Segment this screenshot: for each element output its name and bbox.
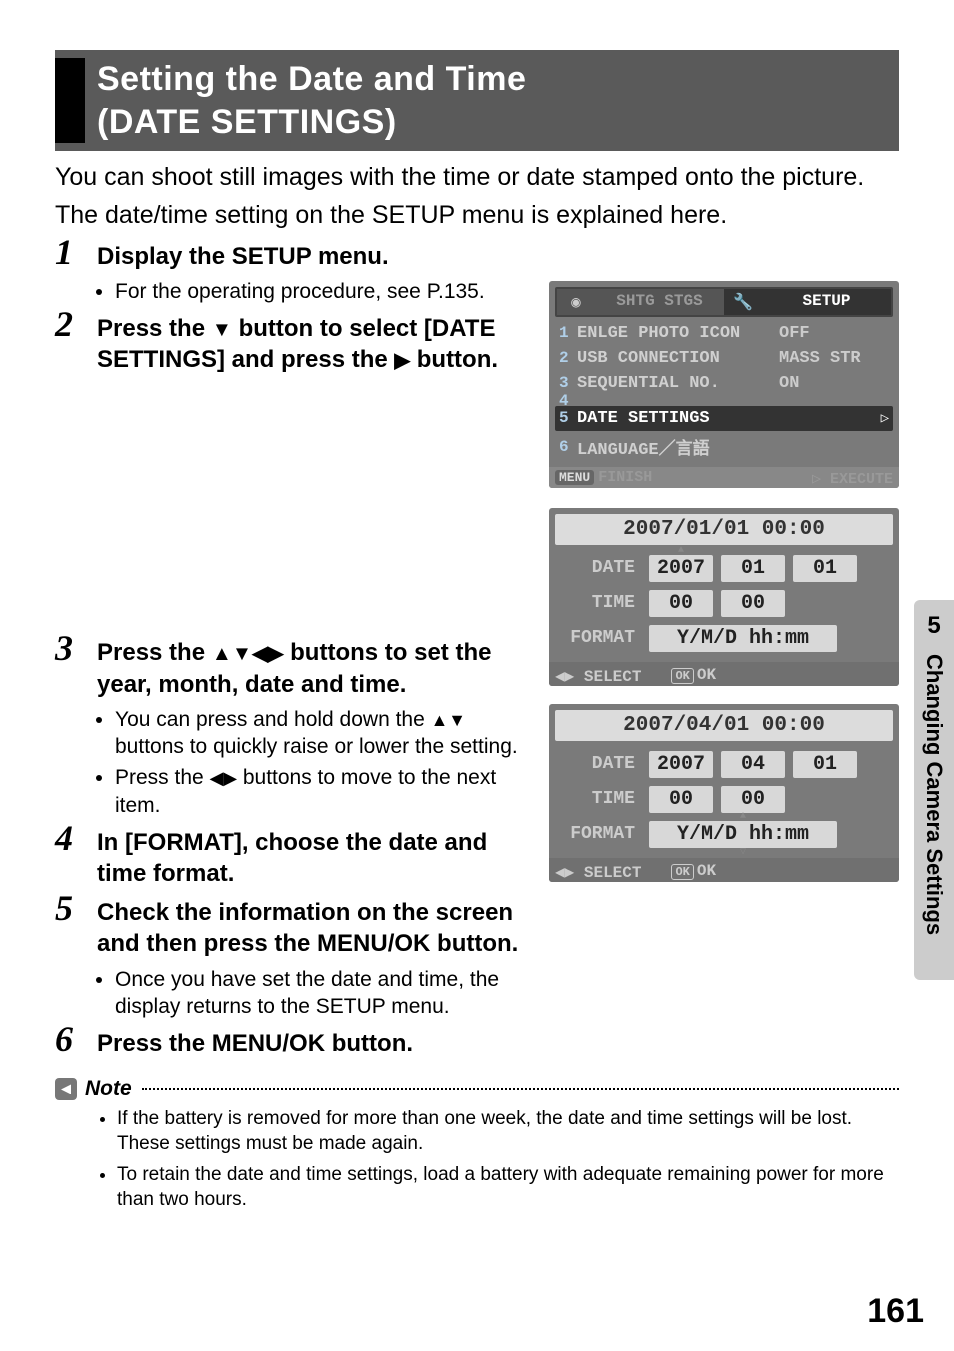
setup-tabs: ◉ SHTG STGS 🔧 SETUP — [555, 287, 893, 317]
step-3-bullet-1: You can press and hold down the ▲▼ butto… — [115, 706, 520, 761]
step-2: 2 Press the ▼ button to select [DATE SET… — [55, 313, 520, 375]
intro-paragraph-2: The date/time setting on the SETUP menu … — [55, 199, 899, 233]
step-2-title: Press the ▼ button to select [DATE SETTI… — [97, 313, 520, 375]
chapter-side-tab: 5 Changing Camera Settings — [914, 600, 954, 980]
ok-badge-icon: OK — [671, 668, 693, 684]
setup-tab: SETUP — [762, 289, 891, 315]
step-3-title: Press the ▲▼◀▶ buttons to set the year, … — [97, 637, 520, 699]
date-setting-screenshot-2: 2007/04/01 00:00 DATE 2007 04 01 TIME 00… — [549, 704, 899, 882]
date-row-2: DATE 2007 04 01 — [555, 747, 893, 782]
date-header-2: 2007/04/01 00:00 — [555, 710, 893, 741]
step-1-title: Display the SETUP menu. — [97, 241, 520, 272]
setup-menu-list: 1ENLGE PHOTO ICONOFF 2USB CONNECTIONMASS… — [555, 321, 893, 463]
year-cell-a: ▲2007 — [649, 555, 713, 582]
format-cell-b: Y/M/D hh:mm▲▽ — [649, 821, 837, 848]
date-header-1: 2007/01/01 00:00 — [555, 514, 893, 545]
ok-badge-icon-2: OK — [671, 864, 693, 880]
note-divider — [142, 1088, 899, 1090]
step-number-5: 5 — [55, 887, 73, 929]
title-line-2: (DATE SETTINGS) — [97, 103, 397, 141]
time-row-1: TIME 00 00 — [555, 586, 893, 621]
step-number-1: 1 — [55, 231, 73, 273]
format-row-1: FORMAT Y/M/D hh:mm — [555, 621, 893, 656]
chevron-right-icon: ▷ — [881, 410, 889, 427]
chapter-number: 5 — [927, 612, 940, 640]
menu-item-language: 6LANGUAGE／言語 — [555, 431, 893, 463]
down-triangle-icon: ▼ — [212, 319, 232, 341]
note-bullets: If the battery is removed for more than … — [99, 1107, 899, 1212]
page-number: 161 — [867, 1292, 924, 1331]
menu-item-enlge-photo-icon: 1ENLGE PHOTO ICONOFF — [555, 321, 893, 346]
step-4-title: In [FORMAT], choose the date and time fo… — [97, 827, 520, 889]
shtg-stgs-tab: SHTG STGS — [595, 289, 724, 315]
section-title-bar: Setting the Date and Time (DATE SETTINGS… — [55, 50, 899, 151]
left-right-triangles-icon: ◀▶ — [210, 768, 237, 788]
step-4: 4 In [FORMAT], choose the date and time … — [55, 827, 520, 889]
intro-paragraph-1: You can shoot still images with the time… — [55, 161, 899, 195]
note-header: Note — [55, 1077, 899, 1101]
menu-badge: MENU — [555, 470, 594, 485]
footer-select-2: ◀▶ SELECT — [555, 862, 641, 882]
step-6-title: Press the MENU/OK button. — [97, 1028, 899, 1059]
footer-execute: ▷ EXECUTE — [812, 469, 893, 488]
footer-select-1: ◀▶ SELECT — [555, 666, 641, 686]
step-6: 6 Press the MENU/OK button. — [55, 1028, 899, 1059]
menu-item-number-4: 4 — [555, 396, 893, 406]
step-1: 1 Display the SETUP menu. For the operat… — [55, 241, 520, 305]
section-title: Setting the Date and Time (DATE SETTINGS… — [97, 58, 526, 143]
up-down-triangles-icon: ▲▼ — [431, 710, 466, 730]
step-number-2: 2 — [55, 303, 73, 345]
up-down-left-right-triangles-icon: ▲▼◀▶ — [212, 643, 284, 665]
menu-item-date-settings: 5DATE SETTINGS▷ — [555, 406, 893, 431]
menu-item-usb-connection: 2USB CONNECTIONMASS STR — [555, 346, 893, 371]
note-icon — [55, 1078, 77, 1100]
note-bullet-2: To retain the date and time settings, lo… — [117, 1163, 899, 1212]
note-bullet-1: If the battery is removed for more than … — [117, 1107, 899, 1156]
setup-menu-screenshot: ◉ SHTG STGS 🔧 SETUP 1ENLGE PHOTO ICONOFF… — [549, 281, 899, 488]
date-row-1: DATE ▲2007 01 01 — [555, 551, 893, 586]
step-number-4: 4 — [55, 817, 73, 859]
footer-ok-1: OKOK — [671, 666, 716, 686]
note-label: Note — [85, 1077, 132, 1101]
time-row-2: TIME 00 00 — [555, 782, 893, 817]
chapter-title: Changing Camera Settings — [921, 654, 947, 935]
title-line-1: Setting the Date and Time — [97, 60, 526, 98]
arrow-up-icon-b: ▲ — [740, 811, 746, 822]
date-footer-2: ◀▶ SELECT OKOK — [549, 858, 899, 882]
camera-tab-icon: ◉ — [557, 289, 595, 315]
menu-item-sequential-no: 3SEQUENTIAL NO.ON — [555, 371, 893, 396]
step-5-title: Check the information on the screen and … — [97, 897, 520, 959]
date-footer-1: ◀▶ SELECT OKOK — [549, 662, 899, 686]
step-5-bullet-1: Once you have set the date and time, the… — [115, 966, 520, 1021]
step-1-bullet-1: For the operating procedure, see P.135. — [115, 278, 520, 305]
date-setting-screenshot-1: 2007/01/01 00:00 DATE ▲2007 01 01 TIME 0… — [549, 508, 899, 686]
step-number-3: 3 — [55, 627, 73, 669]
setup-footer: MENUFINISH ▷ EXECUTE — [549, 467, 899, 488]
format-row-2: FORMAT Y/M/D hh:mm▲▽ — [555, 817, 893, 852]
step-3: 3 Press the ▲▼◀▶ buttons to set the year… — [55, 637, 520, 819]
step-number-6: 6 — [55, 1018, 73, 1060]
arrow-up-icon: ▲ — [678, 545, 684, 556]
wrench-tab-icon: 🔧 — [724, 289, 762, 315]
arrow-down-icon-b: ▽ — [740, 846, 746, 858]
footer-finish: MENUFINISH — [555, 469, 652, 488]
step-3-bullet-2: Press the ◀▶ buttons to move to the next… — [115, 764, 520, 819]
step-5: 5 Check the information on the screen an… — [55, 897, 520, 1020]
right-triangle-icon: ▶ — [394, 350, 410, 372]
title-accent-block — [55, 58, 85, 143]
footer-ok-2: OKOK — [671, 862, 716, 882]
